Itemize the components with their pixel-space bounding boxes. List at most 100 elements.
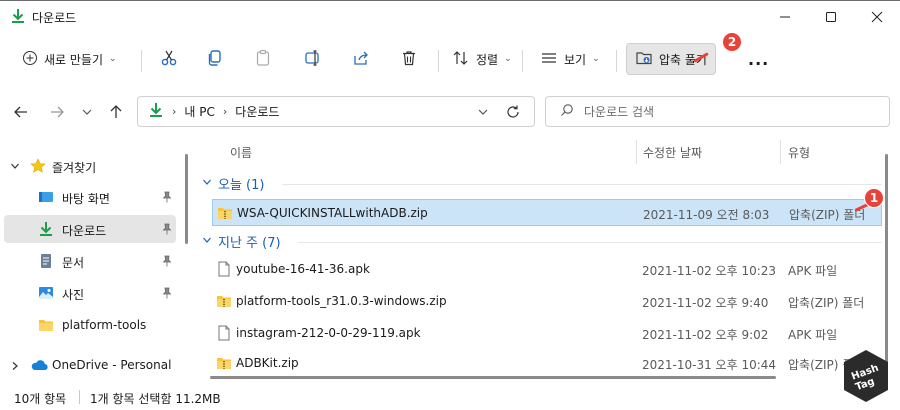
file-name: youtube-16-41-36.apk: [236, 262, 370, 276]
table-row[interactable]: instagram-212-0-0-29-119.apk 2021-11-02 …: [212, 320, 882, 347]
file-icon: [216, 261, 232, 280]
up-button[interactable]: [107, 103, 125, 121]
search-icon: [560, 103, 574, 120]
selection-info: 1개 항목 선택함 11.2MB: [90, 392, 221, 406]
pin-icon[interactable]: [162, 223, 172, 238]
sidebar-label: OneDrive - Personal: [52, 358, 172, 372]
sidebar-item-documents[interactable]: 문서: [4, 247, 176, 275]
column-divider[interactable]: [636, 140, 637, 164]
recent-locations-button[interactable]: [78, 103, 96, 121]
maximize-button[interactable]: [808, 1, 854, 33]
table-row[interactable]: platform-tools_r31.0.3-windows.zip 2021-…: [212, 288, 882, 315]
group-header-today[interactable]: 오늘 (1): [202, 172, 264, 194]
share-icon: [352, 49, 370, 70]
divider: [522, 50, 523, 72]
navigation-bar: › 내 PC › 다운로드 다운로드 검색: [0, 86, 900, 138]
search-input[interactable]: 다운로드 검색: [545, 96, 890, 127]
file-date: 2021-11-02 오후 9:40: [642, 296, 769, 310]
plus-circle-icon: [22, 50, 38, 69]
sidebar-item-desktop[interactable]: 바탕 화면: [4, 183, 176, 211]
sidebar-item-onedrive[interactable]: OneDrive - Personal: [4, 351, 176, 379]
chevron-down-icon: ⌄: [592, 54, 600, 64]
column-divider[interactable]: [780, 140, 781, 164]
column-type-label: 유형: [788, 145, 811, 160]
scissors-icon: [160, 49, 178, 70]
scroll-thumb[interactable]: [885, 154, 888, 364]
file-name: WSA-QUICKINSTALLwithADB.zip: [237, 206, 428, 220]
copy-button[interactable]: [198, 43, 232, 75]
sidebar-label: 문서: [62, 256, 85, 270]
table-row[interactable]: ADBKit.zip 2021-10-31 오후 10:44 압축(ZIP) 폴…: [212, 350, 882, 377]
horizontal-scrollbar[interactable]: [210, 376, 776, 379]
pin-icon[interactable]: [162, 255, 172, 270]
divider: [438, 50, 439, 72]
column-header-name[interactable]: 이름: [230, 138, 630, 166]
delete-button[interactable]: [392, 43, 426, 75]
paste-button[interactable]: [246, 43, 280, 75]
minimize-button[interactable]: [762, 1, 808, 33]
column-name-label: 이름: [230, 145, 253, 160]
file-date: 2021-11-02 오후 9:02: [642, 328, 769, 342]
chevron-down-icon: ⌄: [504, 54, 512, 64]
file-date: 2021-11-02 오후 10:23: [642, 264, 777, 278]
new-button[interactable]: 새로 만들기 ⌄: [14, 43, 125, 75]
rename-button[interactable]: [296, 43, 330, 75]
file-name: instagram-212-0-0-29-119.apk: [236, 326, 421, 340]
table-row[interactable]: WSA-QUICKINSTALLwithADB.zip 2021-11-09 오…: [212, 199, 882, 226]
file-list-scrollbar[interactable]: [884, 150, 888, 378]
search-placeholder: 다운로드 검색: [584, 105, 655, 119]
download-icon: [38, 221, 54, 240]
sort-icon: [452, 49, 470, 70]
star-icon: [30, 158, 46, 177]
view-button[interactable]: 보기 ⌄: [532, 43, 608, 75]
sidebar-item-platform-tools[interactable]: platform-tools: [4, 311, 176, 339]
table-row[interactable]: youtube-16-41-36.apk 2021-11-02 오후 10:23…: [212, 256, 882, 283]
view-label: 보기: [564, 52, 587, 67]
cloud-icon: [30, 358, 48, 375]
column-header-type[interactable]: 유형: [788, 138, 888, 166]
divider: [616, 50, 617, 72]
sidebar-scrollbar[interactable]: [185, 138, 189, 378]
column-header-date[interactable]: 수정한 날짜: [643, 138, 783, 166]
forward-button[interactable]: [48, 103, 66, 121]
more-options-button[interactable]: ...: [740, 43, 777, 75]
sidebar-item-favorites[interactable]: 즐겨찾기: [4, 152, 176, 180]
back-button[interactable]: [12, 103, 30, 121]
item-count: 10개 항목: [14, 392, 67, 406]
share-button[interactable]: [344, 43, 378, 75]
close-button[interactable]: [854, 1, 900, 33]
desktop-icon: [38, 189, 54, 208]
copy-icon: [206, 49, 224, 70]
sidebar-label: 즐겨찾기: [52, 161, 97, 175]
group-label: 지난 주 (7): [218, 235, 281, 251]
pin-icon[interactable]: [162, 287, 172, 302]
extract-all-button[interactable]: 압축 풀기: [626, 43, 716, 75]
group-label: 오늘 (1): [218, 177, 265, 193]
sidebar-item-pictures[interactable]: 사진: [4, 279, 176, 307]
sidebar-item-downloads[interactable]: 다운로드: [4, 215, 176, 243]
rename-icon: [304, 49, 322, 70]
file-type: APK 파일: [788, 264, 838, 278]
chevron-right-icon: ›: [172, 105, 177, 118]
refresh-button[interactable]: [504, 103, 522, 121]
breadcrumb-this-pc[interactable]: 내 PC: [184, 103, 214, 120]
group-divider: [282, 184, 882, 185]
scroll-thumb[interactable]: [185, 154, 188, 244]
zip-folder-icon: [217, 205, 233, 224]
group-header-last-week[interactable]: 지난 주 (7): [202, 230, 281, 252]
file-list: 이름 수정한 날짜 유형 오늘 (1) WSA-QUICKINSTALLwith…: [196, 138, 890, 384]
chevron-right-icon: ›: [222, 105, 228, 118]
annotation-badge-1: 1: [864, 188, 884, 208]
file-type: 압축(ZIP) 폴더: [788, 296, 865, 310]
pin-icon[interactable]: [162, 191, 172, 206]
document-icon: [38, 253, 54, 272]
sidebar-label: 다운로드: [62, 224, 107, 238]
zip-folder-icon: [216, 355, 232, 374]
cut-button[interactable]: [152, 43, 186, 75]
folder-icon: [38, 317, 54, 336]
breadcrumb-downloads[interactable]: 다운로드: [235, 103, 279, 120]
sort-button[interactable]: 정렬 ⌄: [444, 43, 520, 75]
divider: [141, 50, 142, 72]
annotation-badge-2: 2: [722, 32, 742, 52]
address-dropdown-button[interactable]: [474, 103, 492, 121]
